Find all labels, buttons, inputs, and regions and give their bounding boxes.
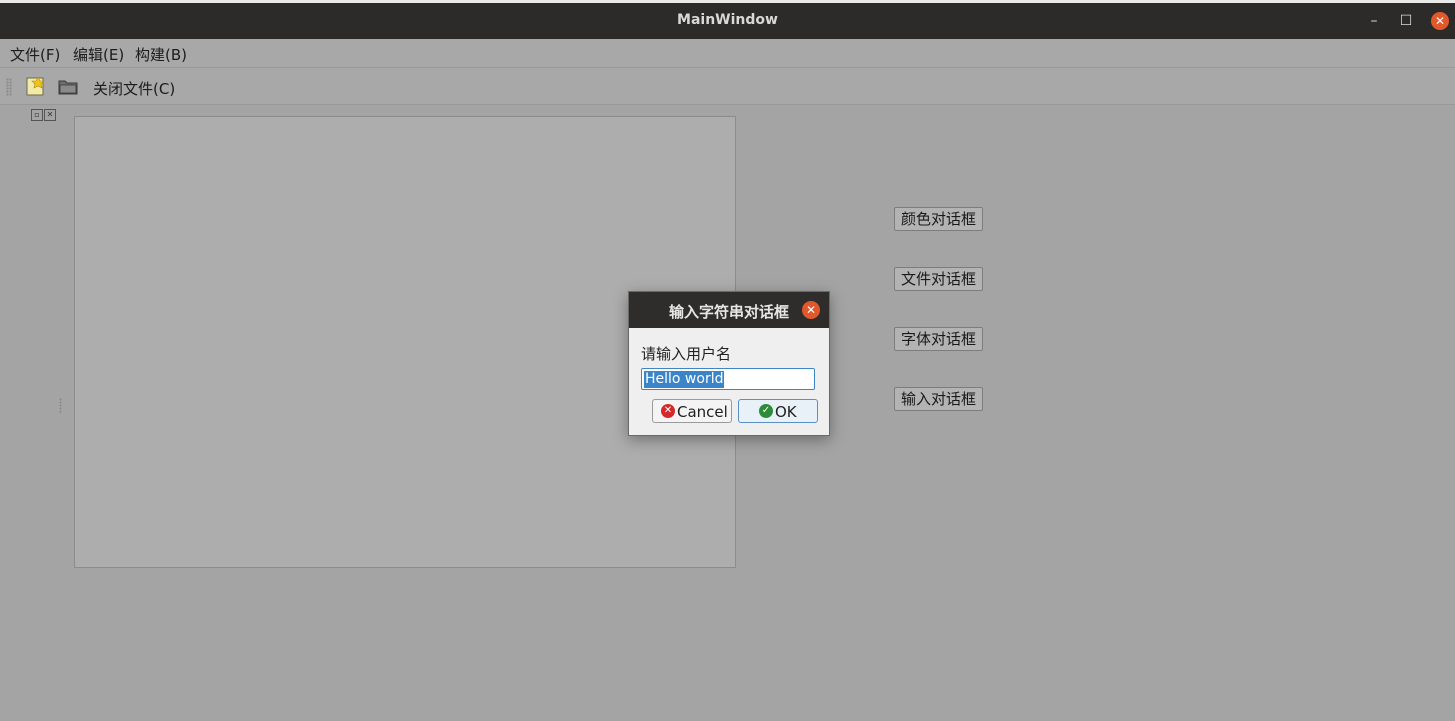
dock-controls: ▫ ✕ (31, 109, 57, 121)
ok-button-label: OK (775, 403, 797, 421)
new-file-icon[interactable] (25, 75, 47, 97)
toolbar-grip[interactable] (6, 78, 12, 96)
dock-splitter[interactable] (59, 398, 62, 414)
color-dialog-button[interactable]: 颜色对话框 (894, 207, 983, 231)
dock-close-icon[interactable]: ✕ (44, 109, 56, 121)
menubar: 文件(F) 编辑(E) 构建(B) (0, 39, 1455, 68)
username-input[interactable]: Hello world (641, 368, 815, 390)
input-dialog-button[interactable]: 输入对话框 (894, 387, 983, 411)
input-dialog: 输入字符串对话框 ✕ 请输入用户名 Hello world ✕ Cancel ✓… (628, 291, 830, 436)
window-title: MainWindow (677, 12, 778, 28)
close-window-button[interactable]: ✕ (1431, 12, 1449, 30)
menu-file[interactable]: 文件(F) (10, 44, 60, 65)
dialog-prompt: 请输入用户名 (641, 345, 732, 363)
menu-build[interactable]: 构建(B) (135, 44, 187, 65)
file-dialog-button[interactable]: 文件对话框 (894, 267, 983, 291)
dialog-title: 输入字符串对话框 (669, 303, 790, 321)
menu-edit[interactable]: 编辑(E) (73, 44, 124, 65)
dock-float-icon[interactable]: ▫ (31, 109, 43, 121)
minimize-button[interactable]: – (1364, 11, 1384, 31)
cancel-icon: ✕ (661, 404, 675, 418)
font-dialog-button[interactable]: 字体对话框 (894, 327, 983, 351)
window-titlebar: MainWindow – ☐ ✕ (0, 3, 1455, 39)
check-icon: ✓ (759, 404, 773, 418)
cancel-button[interactable]: ✕ Cancel (652, 399, 732, 423)
toolbar: 关闭文件(C) (0, 68, 1455, 105)
username-input-value: Hello world (644, 371, 725, 388)
open-folder-icon[interactable] (57, 75, 79, 97)
ok-button[interactable]: ✓ OK (738, 399, 818, 423)
maximize-button[interactable]: ☐ (1396, 11, 1416, 31)
close-file-action[interactable]: 关闭文件(C) (93, 78, 175, 99)
dialog-titlebar: 输入字符串对话框 ✕ (629, 292, 829, 328)
cancel-button-label: Cancel (677, 403, 728, 421)
dialog-close-button[interactable]: ✕ (802, 301, 820, 319)
